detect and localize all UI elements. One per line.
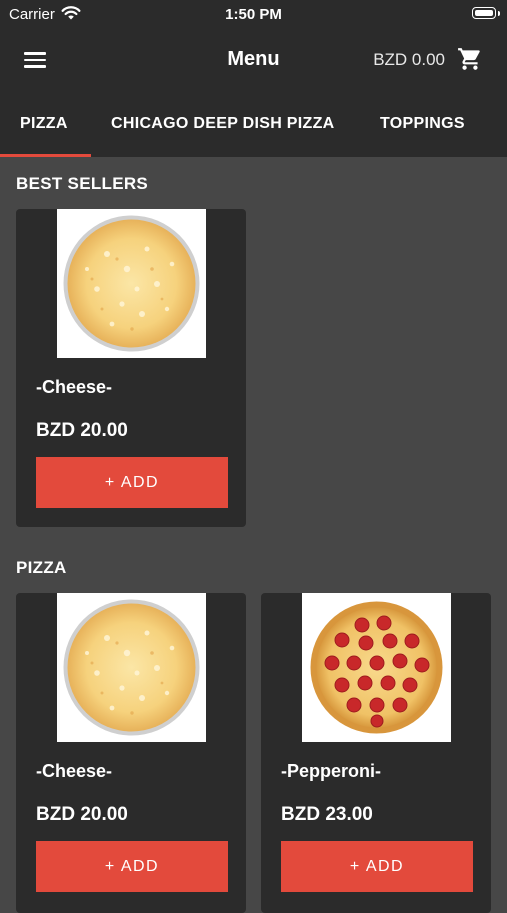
pepperoni-pizza-icon <box>310 601 443 734</box>
tab-pizza[interactable]: PIZZA <box>20 115 68 133</box>
product-card[interactable]: -Pepperoni- BZD 23.00 + ADD <box>261 593 491 913</box>
product-price: BZD 20.00 <box>36 420 128 441</box>
app-header: Carrier 1:50 PM Menu BZD 0.00 PIZZA CHIC… <box>0 0 507 157</box>
section-title-pizza: PIZZA <box>16 558 67 577</box>
product-price: BZD 20.00 <box>36 804 128 825</box>
product-card[interactable]: -Cheese- BZD 20.00 + ADD <box>16 593 246 913</box>
tab-chicago-deep-dish-pizza[interactable]: CHICAGO DEEP DISH PIZZA <box>111 115 335 133</box>
tab-toppings[interactable]: TOPPINGS <box>380 115 465 133</box>
add-to-cart-button[interactable]: + ADD <box>36 841 228 892</box>
cart-total: BZD 0.00 <box>373 50 445 69</box>
status-bar: Carrier 1:50 PM <box>0 0 507 28</box>
product-image <box>57 209 206 358</box>
product-name: -Pepperoni- <box>281 761 382 781</box>
add-to-cart-button[interactable]: + ADD <box>36 457 228 508</box>
product-card[interactable]: -Cheese- BZD 20.00 + ADD <box>16 209 246 527</box>
product-image <box>57 593 206 742</box>
product-name: -Cheese- <box>36 761 113 781</box>
battery-icon <box>472 7 496 19</box>
cart-icon[interactable] <box>457 46 483 72</box>
clock: 1:50 PM <box>225 6 282 23</box>
active-tab-indicator <box>0 154 91 157</box>
cheese-pizza-icon <box>63 215 200 352</box>
category-tabs: PIZZA CHICAGO DEEP DISH PIZZA TOPPINGS <box>0 100 507 157</box>
add-to-cart-button[interactable]: + ADD <box>281 841 473 892</box>
product-name: -Cheese- <box>36 377 113 397</box>
cheese-pizza-icon <box>63 599 200 736</box>
section-title-best-sellers: BEST SELLERS <box>16 174 149 193</box>
product-price: BZD 23.00 <box>281 804 373 825</box>
product-image <box>302 593 451 742</box>
